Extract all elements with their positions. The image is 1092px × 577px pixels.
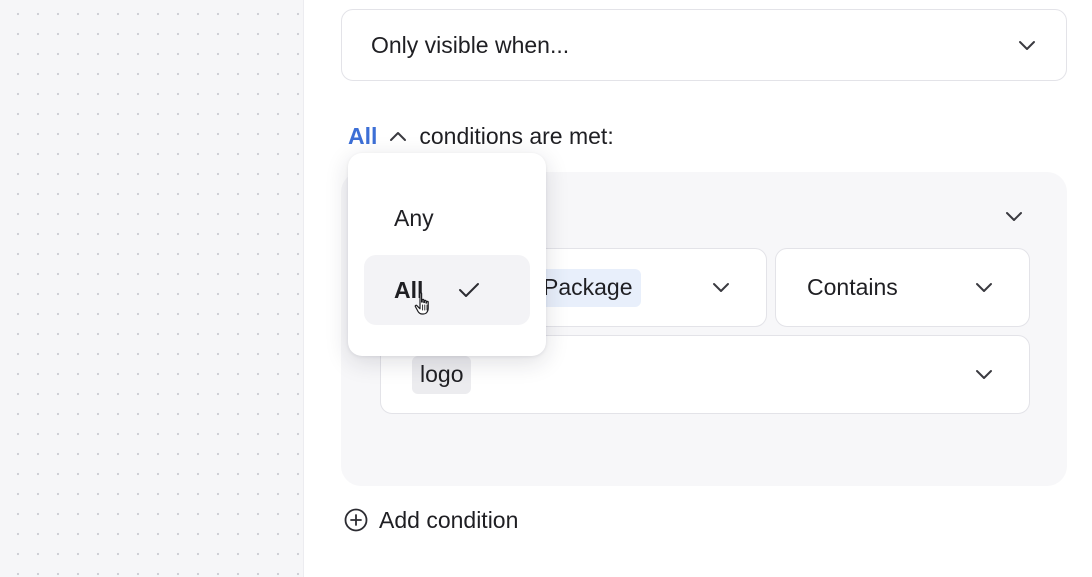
- visibility-select[interactable]: Only visible when...: [341, 9, 1067, 81]
- chevron-down-icon: [973, 277, 995, 299]
- match-mode-label: All: [348, 122, 378, 149]
- chevron-down-icon: [973, 364, 995, 386]
- add-condition-label: Add condition: [379, 506, 519, 533]
- match-mode-toggle[interactable]: All: [348, 123, 419, 150]
- check-icon: [457, 279, 481, 301]
- visibility-select-label: Only visible when...: [371, 31, 570, 58]
- canvas-panel: [0, 0, 304, 577]
- match-mode-menu: Any All: [348, 153, 546, 356]
- operator-label: Contains: [807, 274, 898, 300]
- operator-select[interactable]: Contains: [775, 248, 1030, 327]
- property-chip: Package: [535, 268, 641, 307]
- conditions-suffix: conditions are met:: [419, 122, 614, 149]
- chevron-down-icon: [1016, 34, 1038, 56]
- chevron-down-icon: [710, 277, 732, 299]
- chevron-up-icon: [387, 125, 409, 147]
- add-condition-button[interactable]: Add condition: [343, 505, 518, 535]
- conditions-header: All conditions are met:: [348, 120, 614, 152]
- menu-option-any[interactable]: Any: [364, 183, 530, 253]
- group-collapse-chevron-icon[interactable]: [1003, 205, 1025, 227]
- plus-circle-icon: [343, 507, 369, 533]
- value-chip: logo: [412, 355, 472, 394]
- menu-option-label: All: [394, 276, 424, 303]
- menu-option-label: Any: [394, 204, 434, 231]
- menu-option-all[interactable]: All: [364, 255, 530, 325]
